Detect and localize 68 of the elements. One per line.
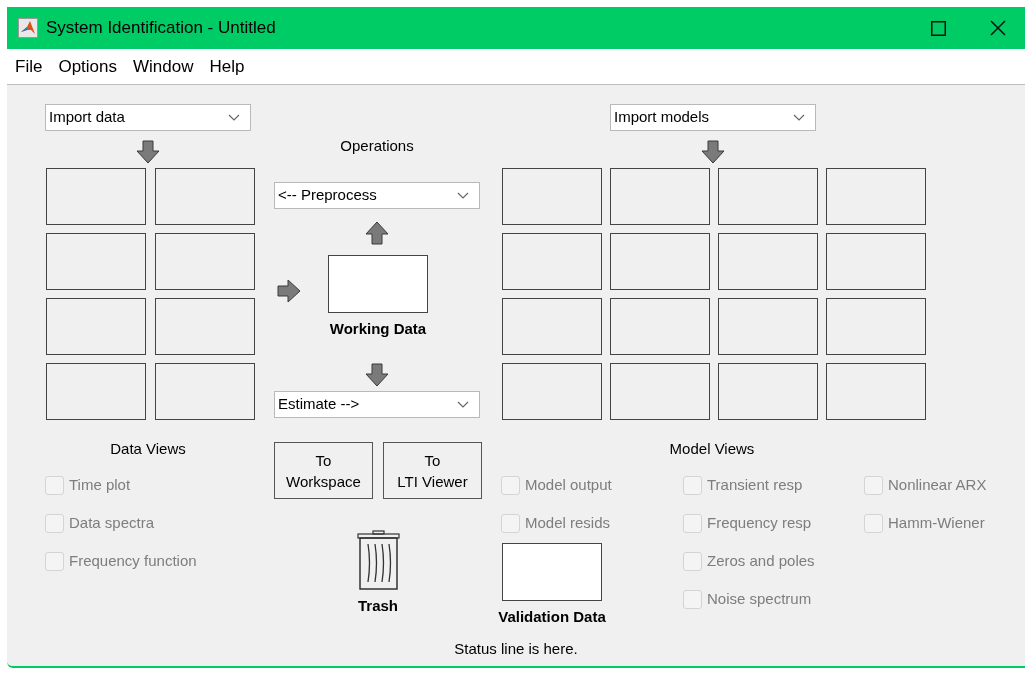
data-slot[interactable] xyxy=(502,363,602,420)
checkbox-label: Frequency function xyxy=(69,550,197,571)
data-slot[interactable] xyxy=(718,168,818,225)
section-title: Model Views xyxy=(668,439,756,459)
maximize-icon xyxy=(930,20,946,36)
dropdown[interactable]: Import models xyxy=(610,104,816,131)
export-button[interactable]: To LTI Viewer xyxy=(383,442,482,499)
data-slot[interactable] xyxy=(155,168,255,225)
checkbox-label: Zeros and poles xyxy=(707,550,815,571)
export-button[interactable]: To Workspace xyxy=(274,442,373,499)
data-slot[interactable] xyxy=(826,233,926,290)
data-slot[interactable] xyxy=(502,168,602,225)
dropdown[interactable]: Import data xyxy=(45,104,251,131)
checkbox-label: Model output xyxy=(525,474,612,495)
data-slot[interactable] xyxy=(718,298,818,355)
app-icon xyxy=(18,18,38,38)
checkbox-label: Data spectra xyxy=(69,512,155,533)
data-slot[interactable] xyxy=(46,363,146,420)
data-slot[interactable] xyxy=(155,233,255,290)
data-slot[interactable] xyxy=(610,168,710,225)
validation-data-label: Validation Data xyxy=(497,607,607,627)
data-slot[interactable] xyxy=(826,363,926,420)
chevron-icon xyxy=(457,401,469,408)
chevron-icon xyxy=(457,192,469,199)
checkbox-label: Time plot xyxy=(69,474,131,495)
data-slot[interactable] xyxy=(826,298,926,355)
chevron-icon xyxy=(793,114,805,121)
trash-icon[interactable] xyxy=(357,530,400,590)
window-title: System Identification - Untitled xyxy=(46,17,276,40)
data-slot[interactable] xyxy=(155,363,255,420)
section-title: Operations xyxy=(339,136,415,156)
arrow-icon xyxy=(136,140,160,164)
data-slot[interactable] xyxy=(718,233,818,290)
data-slot[interactable] xyxy=(502,233,602,290)
dropdown[interactable]: Estimate --> xyxy=(274,391,480,418)
close-icon xyxy=(990,20,1006,36)
working-data-box[interactable] xyxy=(328,255,428,313)
data-slot[interactable] xyxy=(46,233,146,290)
validation-data-box[interactable] xyxy=(502,543,602,601)
data-slot[interactable] xyxy=(155,298,255,355)
data-slot[interactable] xyxy=(610,363,710,420)
dropdown[interactable]: <-- Preprocess xyxy=(274,182,480,209)
checkbox-label: Frequency resp xyxy=(707,512,812,533)
trash-label: Trash xyxy=(357,596,399,616)
checkbox-label: Noise spectrum xyxy=(707,588,812,609)
data-slot[interactable] xyxy=(718,363,818,420)
chevron-icon xyxy=(228,114,240,121)
arrow-icon xyxy=(277,279,301,303)
section-title: Data Views xyxy=(109,439,187,459)
data-slot[interactable] xyxy=(610,233,710,290)
menu-item[interactable]: Window xyxy=(125,53,202,80)
checkbox-label: Nonlinear ARX xyxy=(888,474,987,495)
status-line: Status line is here. xyxy=(453,639,579,659)
working-data-label: Working Data xyxy=(328,319,428,339)
data-slot[interactable] xyxy=(610,298,710,355)
checkbox-label: Transient resp xyxy=(707,474,803,495)
checkbox-label: Hamm-Wiener xyxy=(888,512,985,533)
arrow-icon xyxy=(701,140,725,164)
data-slot[interactable] xyxy=(826,168,926,225)
arrow-icon xyxy=(365,221,389,245)
menu-item[interactable]: Options xyxy=(50,53,125,80)
data-slot[interactable] xyxy=(46,298,146,355)
menu-item[interactable]: File xyxy=(7,53,51,80)
arrow-icon xyxy=(365,363,389,387)
data-slot[interactable] xyxy=(46,168,146,225)
checkbox-label: Model resids xyxy=(525,512,611,533)
data-slot[interactable] xyxy=(502,298,602,355)
menu-item[interactable]: Help xyxy=(201,53,253,80)
